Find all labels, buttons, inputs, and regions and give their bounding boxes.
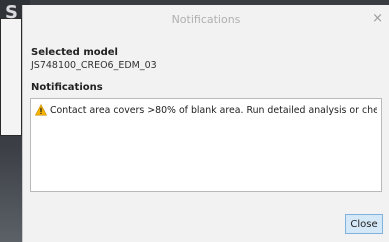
selected-model-value: JS748100_CREO6_EDM_03 (31, 60, 157, 71)
background-text: S (5, 2, 18, 23)
background-side-panel (0, 18, 22, 136)
dialog-titlebar: Notifications × (23, 5, 389, 33)
notifications-list[interactable]: Contact area covers >80% of blank area. … (30, 98, 382, 192)
notification-text: Contact area covers >80% of blank area. … (50, 104, 377, 116)
warning-icon (35, 104, 47, 116)
notifications-label: Notifications (31, 82, 103, 93)
close-button[interactable]: Close (345, 214, 383, 234)
selected-model-label: Selected model (31, 47, 118, 58)
notifications-dialog: Notifications × Selected model JS748100_… (22, 5, 389, 242)
dialog-title: Notifications (171, 13, 241, 26)
list-item: Contact area covers >80% of blank area. … (35, 103, 377, 117)
close-icon[interactable]: × (372, 11, 383, 26)
